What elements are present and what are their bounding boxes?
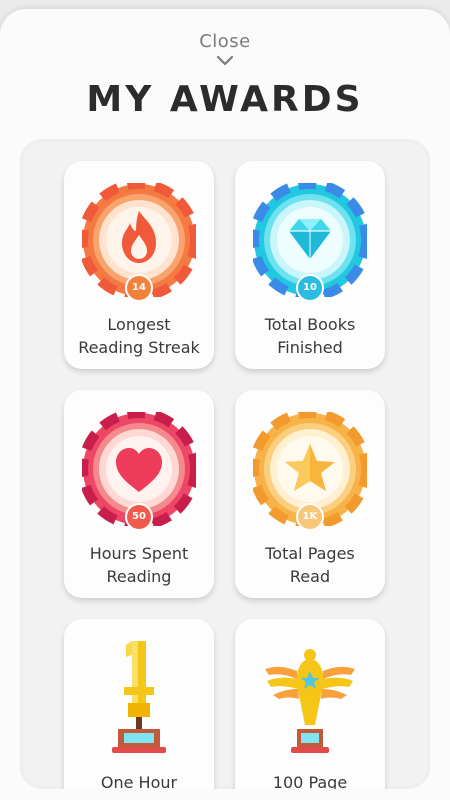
award-label: Longest Reading Streak	[64, 313, 214, 359]
award-label-line1: Total Pages	[265, 544, 355, 563]
award-card-total-books-finished[interactable]: 10 Total Books Finished	[235, 161, 385, 369]
award-label-line2: Finished	[277, 338, 343, 357]
award-label: Hours Spent Reading	[64, 542, 214, 588]
award-label-line2: Reading Streak	[78, 338, 200, 357]
award-label-line1: Hours Spent	[89, 544, 189, 563]
award-card-longest-reading-streak[interactable]: 14 Longest Reading Streak	[64, 161, 214, 369]
books-count-badge: 10	[296, 274, 324, 302]
award-label-line1: Longest	[107, 315, 171, 334]
trophy-number-one-icon	[112, 641, 166, 753]
chevron-down-icon	[216, 55, 234, 66]
hours-count-badge: 50	[125, 503, 153, 531]
streak-count-badge: 14	[125, 274, 153, 302]
award-label: 100 Page	[235, 771, 385, 789]
award-label: Total Pages Read	[235, 542, 385, 588]
award-badge: 1K	[249, 408, 371, 536]
award-label: Total Books Finished	[235, 313, 385, 359]
award-label-line2: Read	[289, 567, 331, 586]
award-trophy	[253, 641, 367, 765]
award-label: One Hour	[64, 771, 214, 789]
award-card-one-hour[interactable]: One Hour	[64, 619, 214, 789]
award-badge: 10	[249, 179, 371, 307]
award-label-line1: 100 Page	[272, 773, 348, 789]
award-card-hours-spent-reading[interactable]: 50 Hours Spent Reading	[64, 390, 214, 598]
award-badge: 14	[78, 179, 200, 307]
award-label-line1: One Hour	[100, 773, 178, 789]
award-badge: 50	[78, 408, 200, 536]
page-title: MY AWARDS	[86, 79, 364, 120]
close-button[interactable]: Close	[175, 31, 275, 71]
trophy-winged-icon	[265, 649, 355, 753]
award-card-100-page[interactable]: 100 Page	[235, 619, 385, 789]
close-label: Close	[199, 31, 251, 52]
award-card-total-pages-read[interactable]: 1K Total Pages Read	[235, 390, 385, 598]
award-label-line2: Reading	[106, 567, 172, 586]
pages-count-badge: 1K	[296, 503, 324, 531]
award-trophy	[82, 641, 196, 765]
award-label-line1: Total Books	[264, 315, 356, 334]
awards-grid: 14 Longest Reading Streak 10 Total Books…	[20, 139, 430, 789]
awards-sheet: Close MY AWARDS 14 Longest Reading Strea…	[0, 9, 450, 800]
